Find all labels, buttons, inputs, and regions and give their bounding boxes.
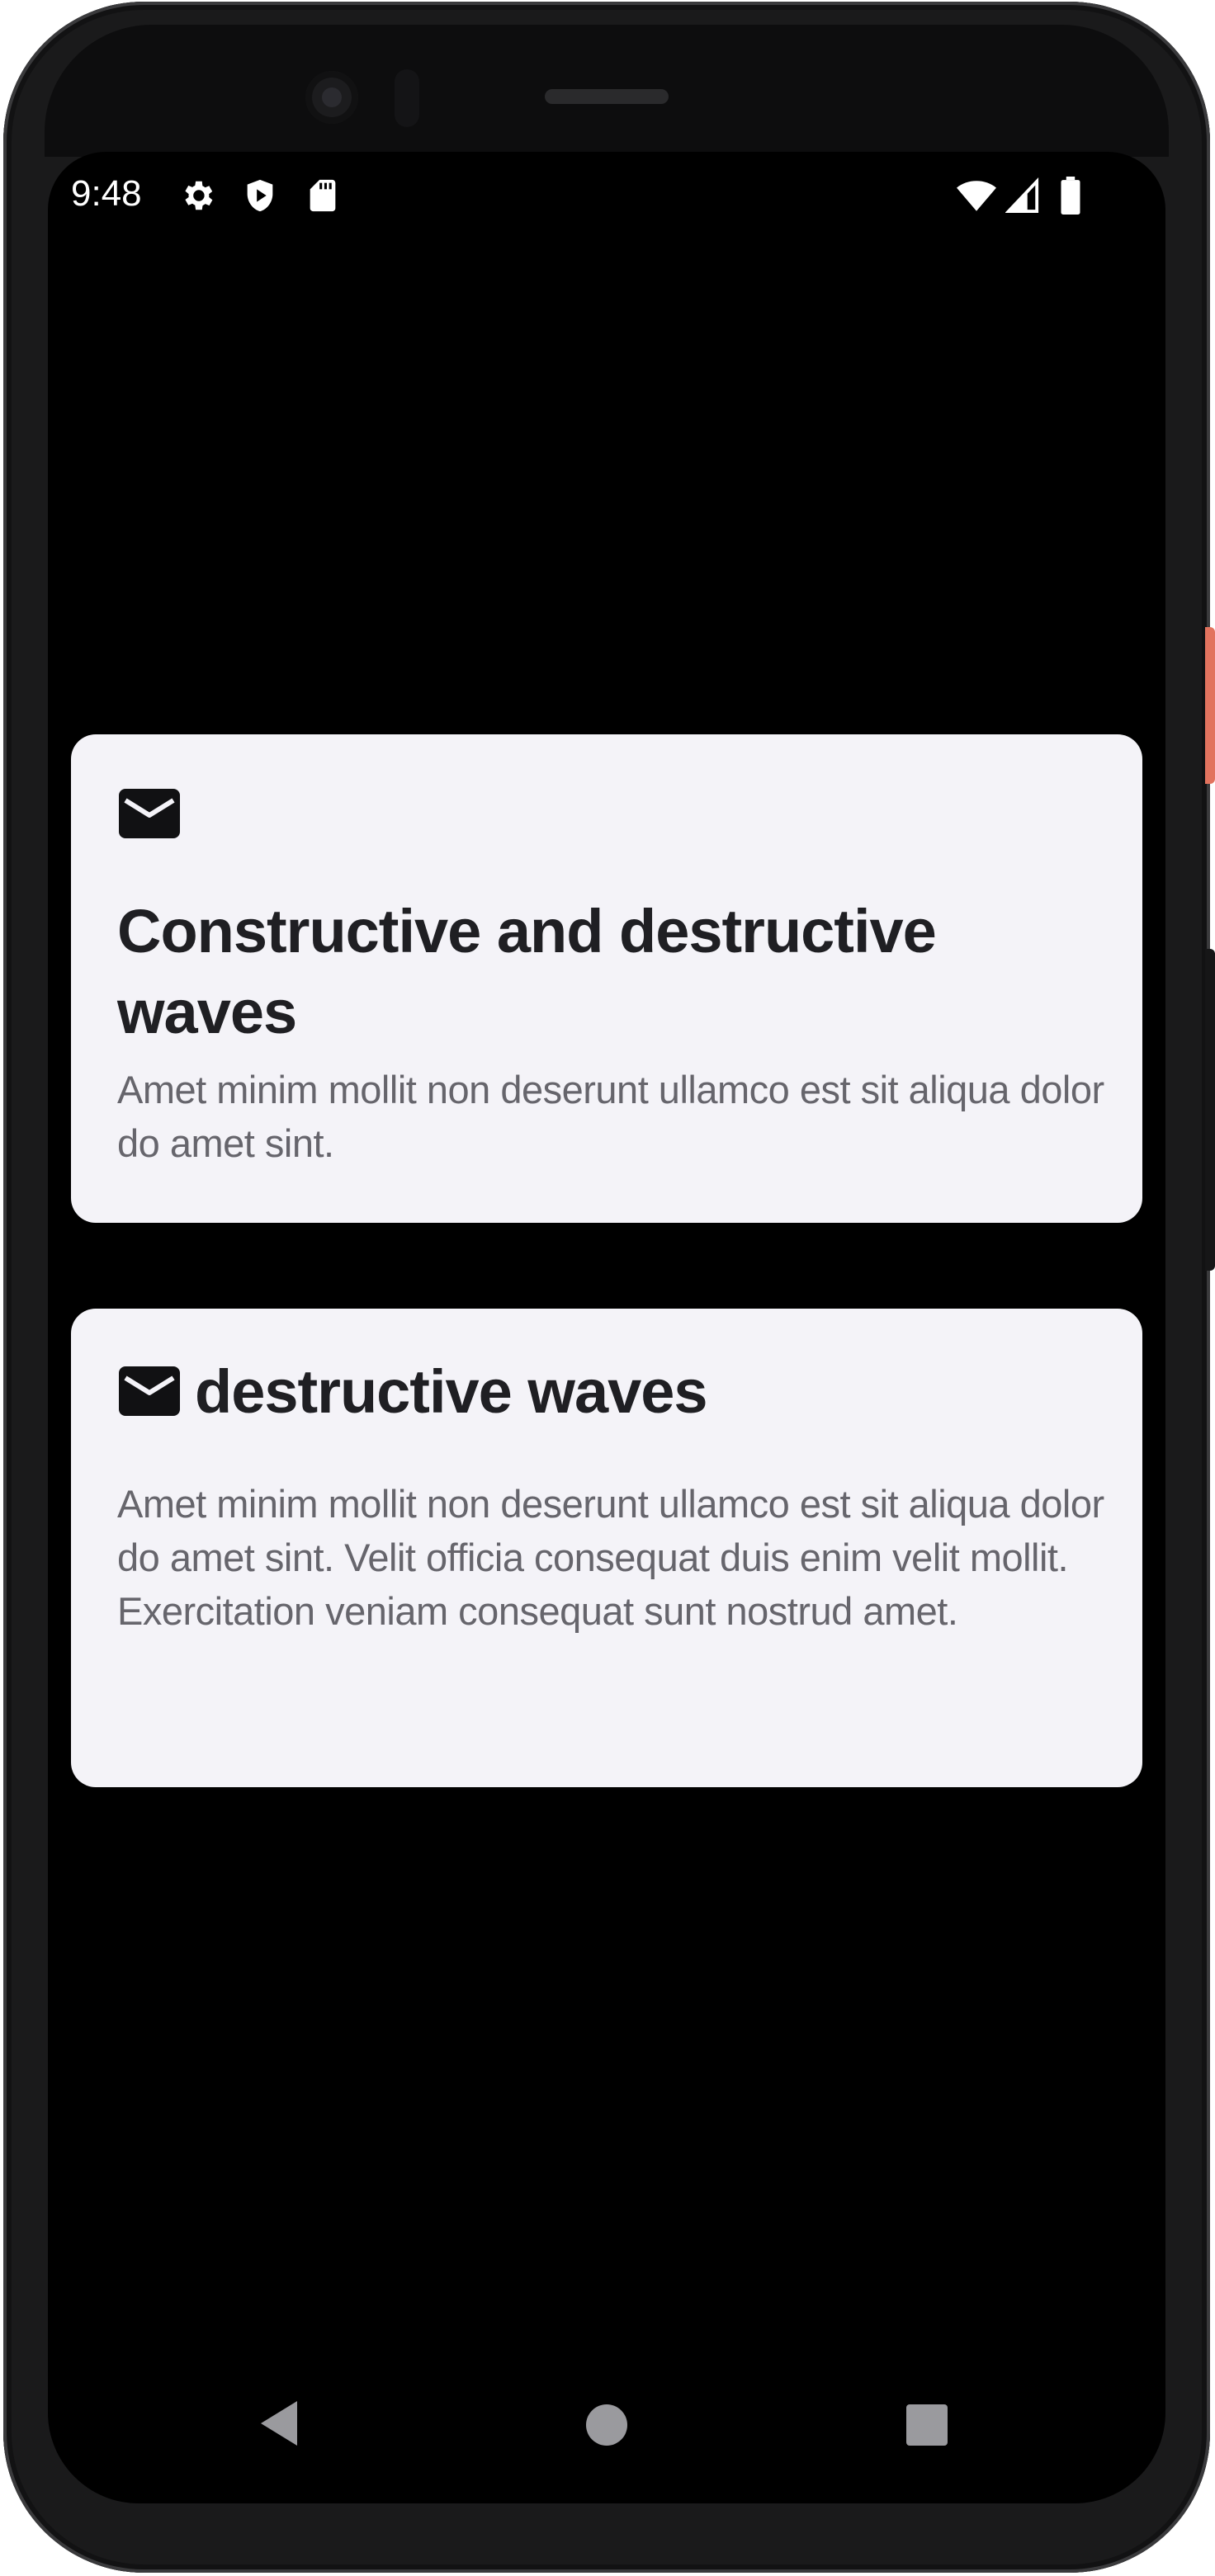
navigation-bar (48, 2363, 1165, 2479)
mail-icon (119, 789, 180, 842)
volume-button (1205, 949, 1215, 1271)
back-icon[interactable] (258, 2399, 300, 2451)
gear-icon (178, 177, 216, 219)
battery-icon (1060, 177, 1081, 219)
status-bar: 9:48 (48, 152, 1165, 243)
recents-icon[interactable] (905, 2403, 949, 2451)
screen: 9:48 Constructive and destructive waves … (48, 152, 1165, 2503)
wifi-icon (956, 177, 997, 219)
cell-signal-icon (1005, 177, 1040, 219)
shield-play-icon (241, 177, 279, 219)
card-body: Amet minim mollit non deserunt ullamco e… (117, 1482, 1104, 1633)
proximity-sensor (395, 69, 419, 127)
earpiece-speaker (545, 89, 669, 104)
mail-icon (119, 1366, 180, 1420)
notification-card[interactable]: Constructive and destructive waves Amet … (71, 734, 1142, 1223)
card-title: Constructive and destructive waves (117, 897, 937, 1046)
status-time: 9:48 (71, 173, 142, 214)
notification-card[interactable]: destructive waves Amet minim mollit non … (71, 1309, 1142, 1787)
sd-card-icon (304, 177, 342, 219)
card-body: Amet minim mollit non deserunt ullamco e… (117, 1068, 1104, 1165)
power-button (1205, 627, 1215, 784)
card-title: destructive waves (195, 1357, 708, 1426)
home-icon[interactable] (584, 2403, 629, 2451)
front-camera (305, 71, 358, 124)
